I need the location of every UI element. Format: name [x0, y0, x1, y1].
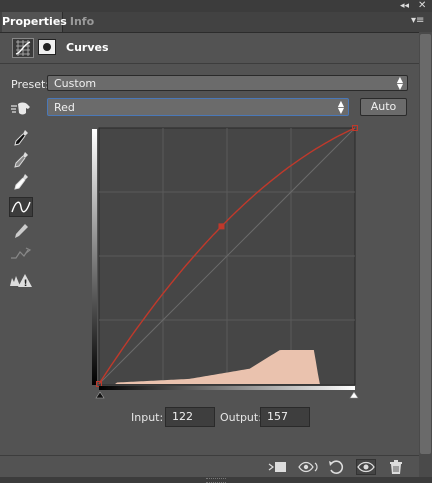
auto-button[interactable]: Auto — [360, 98, 407, 116]
reset-icon[interactable] — [327, 459, 345, 475]
input-field[interactable]: 122 — [165, 407, 215, 427]
view-previous-state-icon[interactable] — [297, 459, 319, 475]
input-gradient-bar — [99, 386, 355, 390]
trash-icon[interactable] — [388, 459, 404, 475]
output-gradient-bar — [92, 129, 97, 385]
tab-info[interactable]: Info — [64, 12, 100, 32]
clip-to-layer-icon[interactable] — [268, 459, 288, 475]
curve-control-point[interactable] — [218, 223, 225, 230]
channel-value: Red — [54, 101, 75, 114]
smooth-curve-icon[interactable] — [9, 244, 33, 264]
output-label: Output: — [220, 411, 262, 424]
layer-mask-icon[interactable] — [38, 39, 56, 55]
pencil-tool-icon[interactable] — [9, 221, 33, 241]
white-point-eyedropper-icon[interactable] — [9, 172, 33, 192]
tab-properties[interactable]: Properties — [2, 12, 67, 32]
bottom-grip — [0, 477, 432, 483]
output-field[interactable]: 157 — [260, 407, 310, 427]
input-label: Input: — [131, 411, 164, 424]
panel-footer — [0, 455, 419, 478]
curves-graph[interactable] — [86, 122, 366, 402]
panel-top-strip: ◂◂ ✕ — [0, 0, 432, 12]
close-icon[interactable]: ✕ — [418, 0, 426, 12]
channel-select[interactable]: Red ▲ ▼ — [47, 98, 349, 116]
eye-icon[interactable] — [356, 459, 376, 475]
panel-menu-icon[interactable]: ▾≡ — [411, 15, 424, 26]
select-arrows-icon: ▲ ▼ — [396, 75, 403, 91]
on-image-adjust-icon[interactable] — [9, 98, 33, 118]
tab-bar: Properties Info ▾≡ — [0, 12, 432, 33]
preset-select[interactable]: Custom ▲ ▼ — [47, 75, 408, 91]
panel-title: Curves — [66, 41, 109, 54]
preset-value: Custom — [54, 77, 97, 90]
gray-point-eyedropper-icon[interactable] — [9, 150, 33, 170]
svg-text:!: ! — [24, 279, 28, 288]
white-point-slider[interactable] — [349, 391, 359, 399]
curves-adjustment-icon[interactable] — [12, 38, 34, 58]
curve-point-tool-icon[interactable] — [9, 197, 33, 217]
select-arrows-icon: ▲ ▼ — [337, 99, 344, 115]
clipping-warning-icon[interactable]: ! — [9, 270, 33, 290]
black-point-slider[interactable] — [95, 391, 105, 399]
properties-title-bar: Curves — [0, 33, 432, 64]
double-left-arrow-icon[interactable]: ◂◂ — [400, 0, 409, 12]
black-point-eyedropper-icon[interactable] — [9, 128, 33, 148]
scrollbar-thumb[interactable] — [420, 34, 431, 454]
preset-label: Preset: — [11, 78, 50, 91]
